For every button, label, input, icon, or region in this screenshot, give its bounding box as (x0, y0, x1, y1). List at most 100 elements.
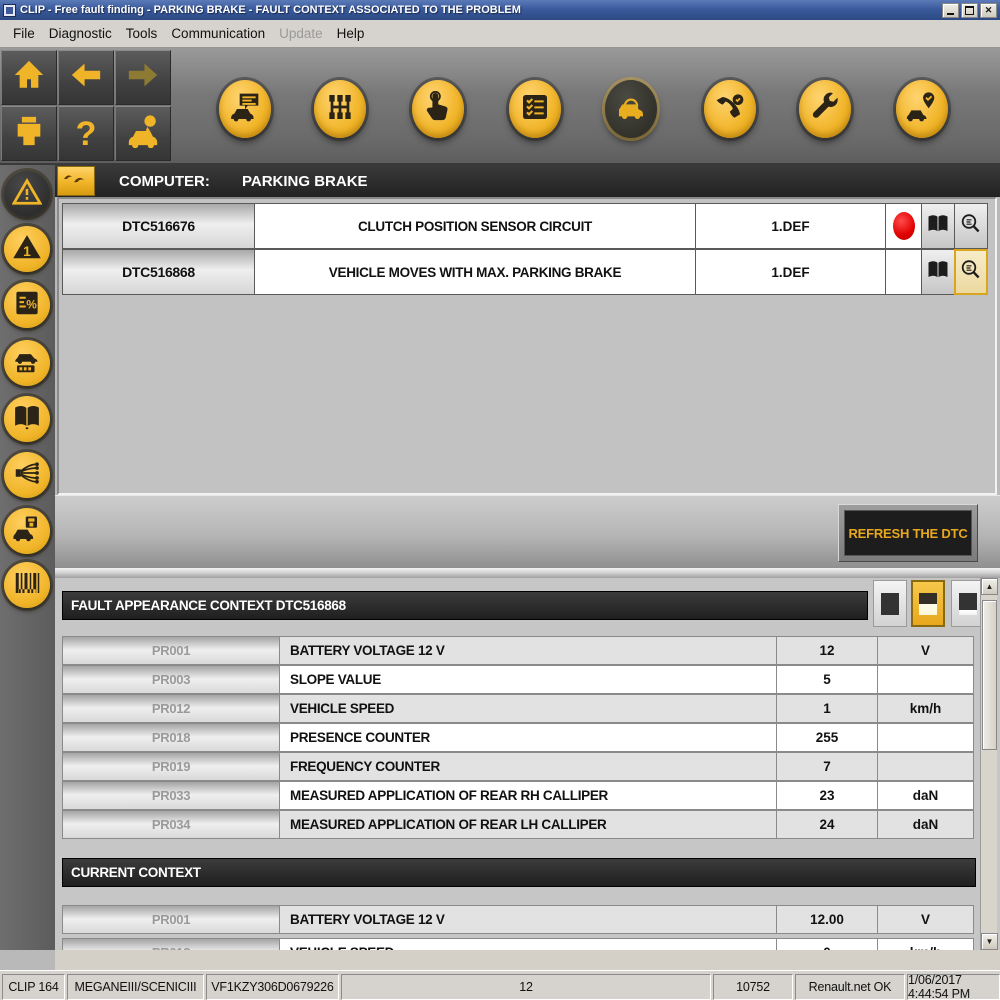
refresh-band: REFRESH THE DTC (55, 495, 1000, 568)
dtc-code: DTC516676 (62, 203, 255, 249)
parameter-unit: daN (877, 781, 974, 810)
vehicle-check-button[interactable] (896, 80, 948, 138)
refresh-dtc-button[interactable]: REFRESH THE DTC (844, 510, 972, 556)
touch-select-button[interactable] (412, 80, 464, 138)
title-bar: CLIP - Free fault finding - PARKING BRAK… (0, 0, 1000, 20)
parameter-row: PR003 SLOPE VALUE 5 (62, 665, 977, 694)
parameter-label: BATTERY VOLTAGE 12 V (279, 905, 777, 934)
restore-button[interactable] (961, 3, 978, 18)
horizontal-splitter[interactable] (55, 568, 1000, 578)
sidebar-faults-button[interactable] (4, 171, 50, 217)
parameter-value: 255 (776, 723, 878, 752)
view-toggle-top[interactable] (873, 580, 907, 627)
parameter-label: FREQUENCY COUNTER (279, 752, 777, 781)
checklist-button[interactable] (509, 80, 561, 138)
wiring-harness-icon (12, 458, 42, 493)
help-question-icon: ? (76, 117, 97, 151)
dtc-doc-button[interactable] (921, 249, 955, 295)
parameter-id: PR001 (62, 905, 280, 934)
magnifier-icon (959, 212, 983, 241)
parameter-row: PR001 BATTERY VOLTAGE 12 V 12.00 V (62, 905, 977, 934)
menu-tools[interactable]: Tools (119, 23, 165, 44)
parameter-label: MEASURED APPLICATION OF REAR LH CALLIPER (279, 810, 777, 839)
vehicle-search-button[interactable] (605, 80, 657, 138)
parameter-id: PR012 (62, 694, 280, 723)
forward-button (115, 50, 171, 105)
status-voltage: 12 (341, 974, 711, 1000)
menu-file[interactable]: File (6, 23, 42, 44)
phone-support-button[interactable] (704, 80, 756, 138)
parameter-unit (877, 665, 974, 694)
status-vin: VF1KZY306D0679226 (206, 974, 339, 1000)
sidebar-barcode-button[interactable] (4, 562, 50, 608)
parameter-value: 23 (776, 781, 878, 810)
parameter-unit: V (877, 636, 974, 665)
sidebar-wiring-button[interactable] (4, 452, 50, 498)
vehicle-info-button[interactable] (115, 106, 171, 161)
menu-help[interactable]: Help (330, 23, 372, 44)
sidebar-vehicle-systems-button[interactable] (4, 340, 50, 386)
repair-button[interactable] (799, 80, 851, 138)
wrench-icon (809, 91, 841, 128)
dtc-detail-button-selected[interactable] (954, 249, 988, 295)
parameter-value: 7 (776, 752, 878, 781)
sidebar-parameters-button[interactable]: % (4, 282, 50, 328)
open-book-icon (926, 258, 950, 287)
vertical-scrollbar[interactable]: ▲ ▼ (980, 578, 997, 950)
gearbox-icon (324, 91, 356, 128)
refresh-button-frame: REFRESH THE DTC (838, 504, 978, 562)
dtc-detail-button[interactable] (954, 203, 988, 249)
parameter-label: BATTERY VOLTAGE 12 V (279, 636, 777, 665)
birds-button[interactable] (57, 166, 95, 196)
menu-communication[interactable]: Communication (164, 23, 272, 44)
window-title: CLIP - Free fault finding - PARKING BRAK… (20, 4, 521, 16)
touch-select-icon (422, 91, 454, 128)
phone-support-icon (714, 91, 746, 128)
dtc-row: DTC516676 CLUTCH POSITION SENSOR CIRCUIT… (62, 203, 995, 249)
sidebar-documentation-button[interactable] (4, 396, 50, 442)
vehicle-info-icon (126, 114, 160, 153)
parameter-label: VEHICLE SPEED (279, 938, 777, 950)
help-button[interactable]: ? (58, 106, 114, 161)
vehicle-search-icon (615, 91, 647, 128)
dtc-doc-button[interactable] (921, 203, 955, 249)
status-datetime: 1/06/2017 4:44:54 PM (907, 974, 1000, 1000)
status-clip-version: CLIP 164 (2, 974, 65, 1000)
vehicle-message-button[interactable] (219, 80, 271, 138)
parameter-unit (877, 723, 974, 752)
gearbox-button[interactable] (314, 80, 366, 138)
dtc-status: 1.DEF (695, 203, 886, 249)
warning-outline-icon (12, 177, 42, 212)
parameter-value: 1 (776, 694, 878, 723)
parameter-id: PR034 (62, 810, 280, 839)
scrollbar-thumb[interactable] (982, 600, 997, 750)
car-save-icon (12, 514, 42, 549)
scroll-down-button[interactable]: ▼ (981, 933, 998, 950)
sidebar-fault-context-button[interactable]: 1 (4, 226, 50, 272)
computer-header: COMPUTER: PARKING BRAKE (55, 165, 1000, 197)
parameter-id: PR033 (62, 781, 280, 810)
status-network: Renault.net OK (795, 974, 905, 1000)
scroll-up-button[interactable]: ▲ (981, 578, 998, 595)
print-button[interactable] (1, 106, 57, 161)
car-battery-icon (12, 346, 42, 381)
parameter-label: SLOPE VALUE (279, 665, 777, 694)
close-button[interactable] (980, 3, 997, 18)
sidebar-save-vehicle-button[interactable] (4, 508, 50, 554)
parameter-unit: km/h (877, 938, 974, 950)
parameter-label: VEHICLE SPEED (279, 694, 777, 723)
content-area: COMPUTER: PARKING BRAKE DTC516676 CLUTCH… (55, 165, 1000, 970)
document-percent-icon: % (12, 288, 42, 323)
status-counter: 10752 (713, 974, 793, 1000)
view-bottom-icon (959, 593, 977, 615)
menu-update: Update (272, 23, 330, 44)
view-toggle-split[interactable] (911, 580, 945, 627)
parameter-row: PR018 PRESENCE COUNTER 255 (62, 723, 977, 752)
dtc-row: DTC516868 VEHICLE MOVES WITH MAX. PARKIN… (62, 249, 995, 295)
minimize-button[interactable] (942, 3, 959, 18)
back-button[interactable] (58, 50, 114, 105)
workspace: 1 % (0, 165, 1000, 970)
home-button[interactable] (1, 50, 57, 105)
menu-diagnostic[interactable]: Diagnostic (42, 23, 119, 44)
parameter-unit: km/h (877, 694, 974, 723)
